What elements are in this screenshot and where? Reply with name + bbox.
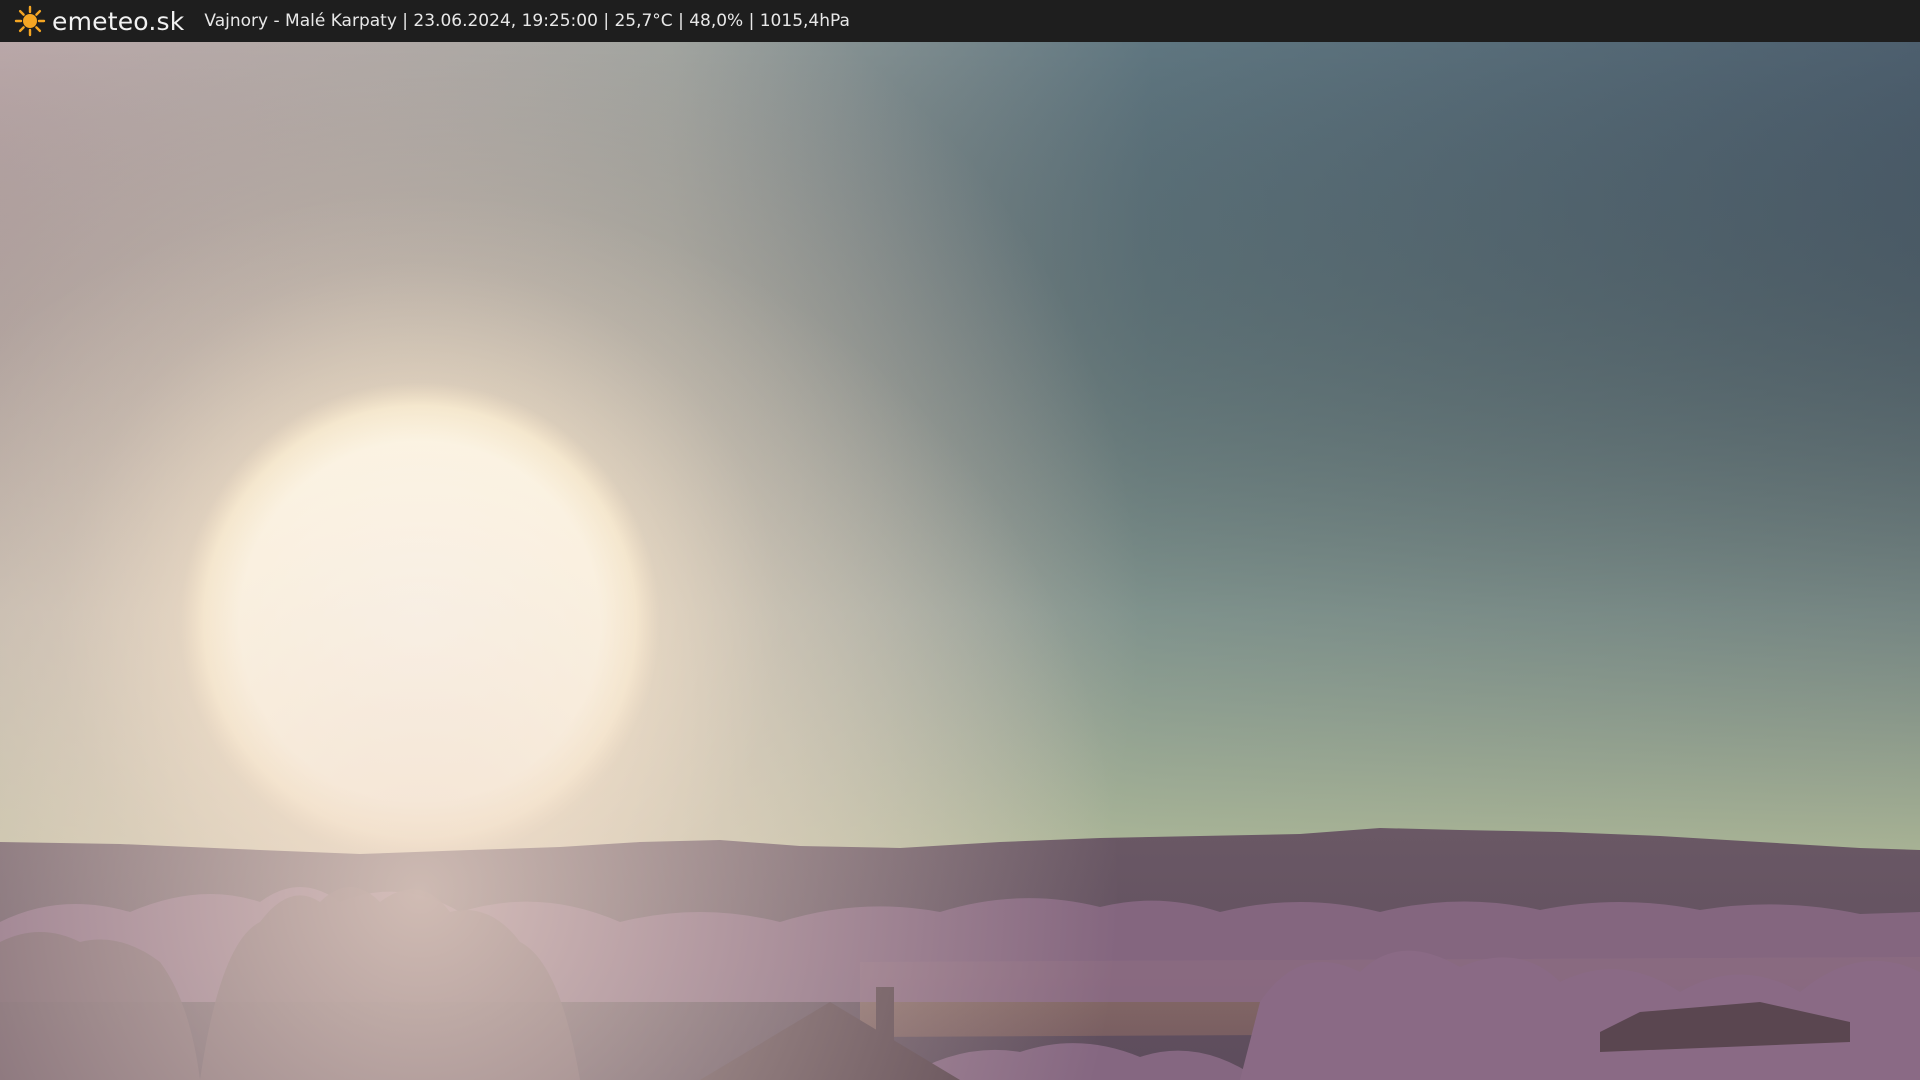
webcam-image [0,42,1920,1080]
webcam-frame: emeteo.sk Vajnory - Malé Karpaty | 23.06… [0,0,1920,1080]
sun-icon [14,5,46,37]
site-brand: emeteo.sk [52,6,185,36]
header-bar: emeteo.sk Vajnory - Malé Karpaty | 23.06… [0,0,1920,42]
station-caption: Vajnory - Malé Karpaty | 23.06.2024, 19:… [204,11,850,31]
